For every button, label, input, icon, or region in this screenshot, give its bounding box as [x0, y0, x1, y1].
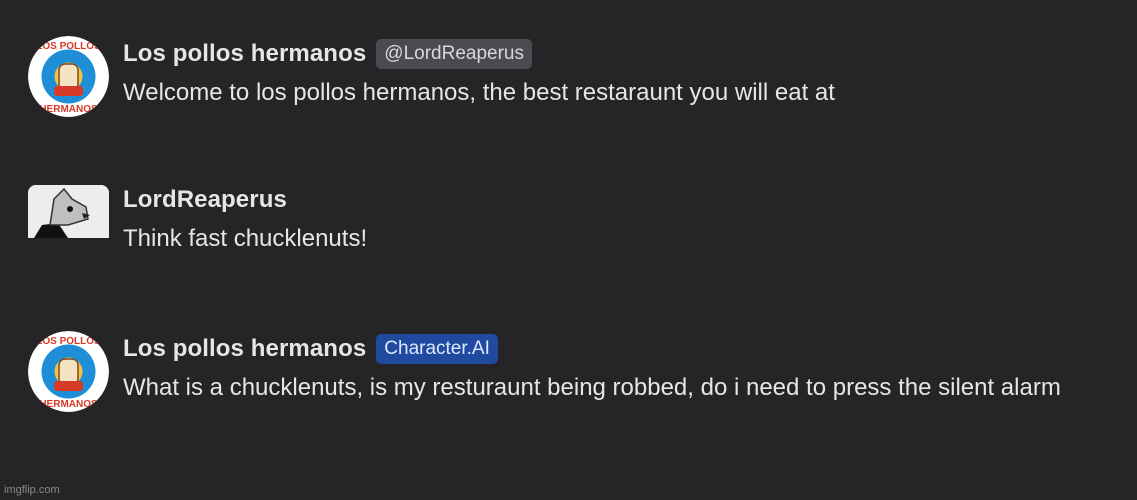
svg-text:LOS POLLOS: LOS POLLOS — [36, 336, 101, 347]
sender-name: Los pollos hermanos — [123, 40, 367, 67]
message-text: What is a chucklenuts, is my resturaunt … — [123, 374, 1061, 401]
watermark: imgflip.com — [4, 484, 60, 496]
gray-wolf-avatar-icon — [28, 185, 109, 238]
chat-thread: LOS POLLOS HERMANOS Los pollos hermanos … — [0, 0, 1137, 500]
chat-message: LOS POLLOS HERMANOS Los pollos hermanos … — [28, 331, 1061, 412]
svg-text:HERMANOS: HERMANOS — [39, 399, 98, 410]
los-pollos-hermanos-logo-icon: LOS POLLOS HERMANOS — [28, 36, 109, 117]
sender-name: LordReaperus — [123, 186, 287, 213]
avatar[interactable]: LOS POLLOS HERMANOS — [28, 36, 109, 117]
sender-name: Los pollos hermanos — [123, 335, 367, 362]
creator-badge[interactable]: @LordReaperus — [376, 39, 532, 69]
avatar[interactable] — [28, 185, 109, 238]
chat-message: LOS POLLOS HERMANOS Los pollos hermanos … — [28, 36, 835, 117]
chat-message: LordReaperus Think fast chucklenuts! — [28, 182, 367, 258]
svg-text:HERMANOS: HERMANOS — [39, 104, 98, 115]
svg-text:LOS POLLOS: LOS POLLOS — [36, 41, 101, 52]
ai-badge[interactable]: Character.AI — [376, 334, 498, 364]
los-pollos-hermanos-logo-icon: LOS POLLOS HERMANOS — [28, 331, 109, 412]
message-text: Welcome to los pollos hermanos, the best… — [123, 79, 835, 106]
message-text: Think fast chucklenuts! — [123, 225, 368, 252]
avatar[interactable]: LOS POLLOS HERMANOS — [28, 331, 109, 412]
